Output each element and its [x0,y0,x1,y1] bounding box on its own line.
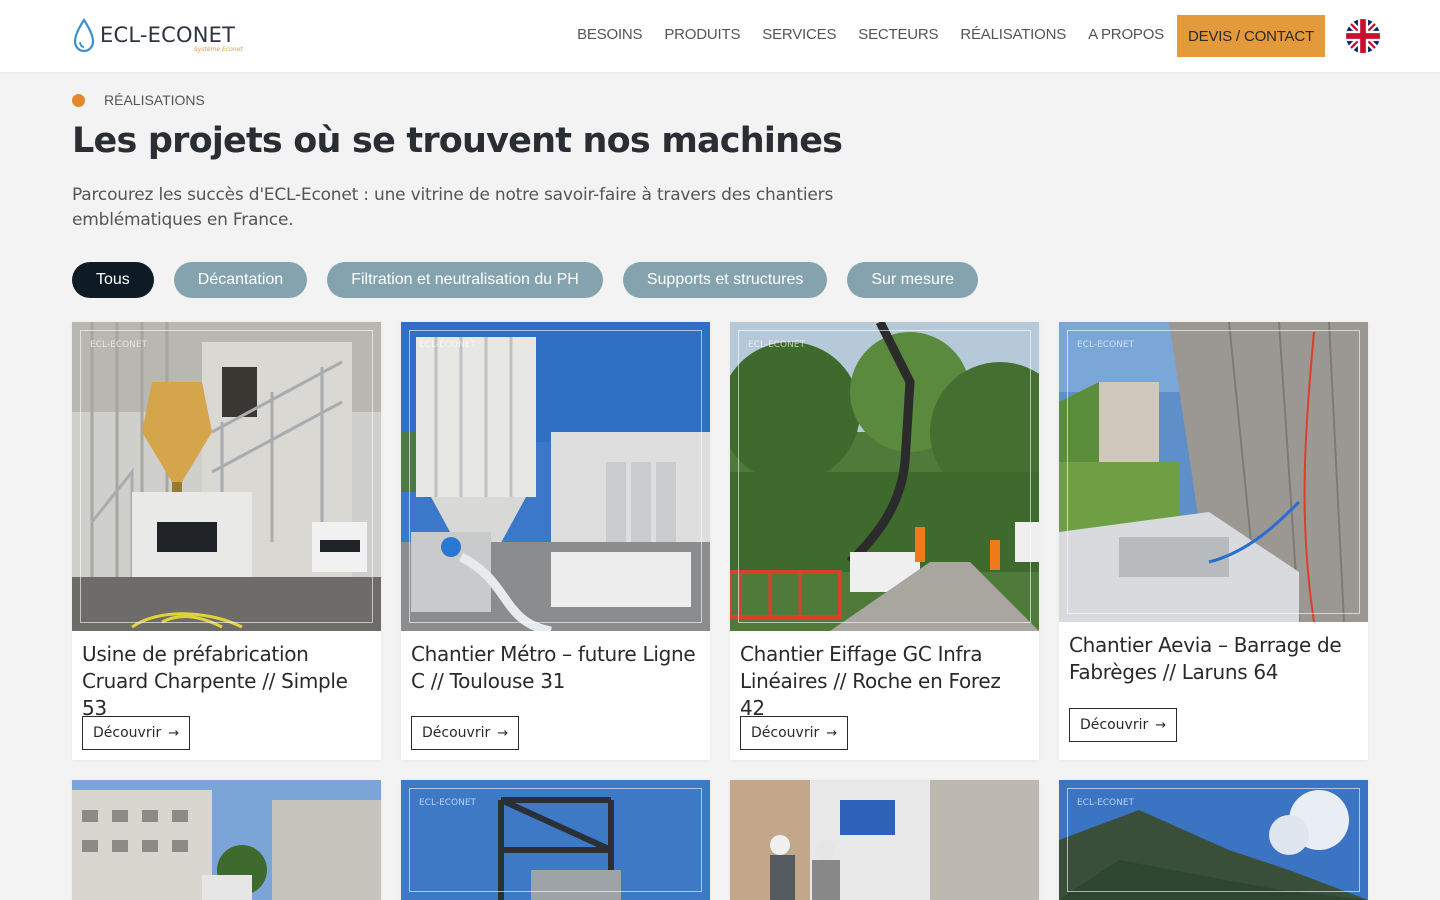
project-photo[interactable]: ECL-ECONET [1059,780,1368,900]
category-filters: Tous Décantation Filtration et neutralis… [72,262,979,298]
orange-dot-icon [72,93,85,107]
project-title: Chantier Eiffage GC Infra Linéaires // R… [740,642,1001,720]
decouvrir-button[interactable]: Découvrir → [411,716,520,750]
nav-item-realisations[interactable]: RÉALISATIONS [960,26,1066,43]
project-card[interactable]: ECL-ECONET Chantier Aevia – Barrage de F… [1059,322,1368,760]
photo-watermark: ECL-ECONET [90,340,148,350]
project-photo[interactable]: ECL-ECONET [401,322,710,631]
arrow-right-icon: → [1155,717,1167,733]
project-title: Chantier Métro – future Ligne C // Toulo… [411,642,696,693]
filter-tous[interactable]: Tous [72,262,154,298]
project-title: Usine de préfabrication Cruard Charpente… [82,642,348,720]
decouvrir-button[interactable]: Découvrir → [1069,708,1178,742]
project-title: Chantier Aevia – Barrage de Fabrèges // … [1069,633,1342,684]
project-card[interactable]: ECL-ECONET Chantier Eiffage GC Infra Lin… [730,322,1039,760]
photo-watermark: ECL-ECONET [748,340,806,350]
photo-watermark: ECL-ECONET [419,340,477,350]
photo-watermark: ECL-ECONET [1077,340,1135,350]
uk-flag-icon[interactable] [1346,19,1380,53]
project-photo[interactable] [730,780,1039,900]
button-label: Découvrir [93,725,162,741]
button-label: Découvrir [751,725,820,741]
project-card[interactable]: ECL-ECONET [1059,780,1368,900]
nav-item-services[interactable]: SERVICES [762,26,836,43]
nav-item-secteurs[interactable]: SECTEURS [858,26,938,43]
nav-item-a-propos[interactable]: A PROPOS [1088,26,1164,43]
project-photo[interactable] [72,780,381,900]
filter-decantation[interactable]: Décantation [173,262,308,298]
project-card[interactable] [72,780,381,900]
project-card[interactable]: ECL-ECONET Chantier Métro – future Ligne… [401,322,710,760]
project-photo[interactable]: ECL-ECONET [72,322,381,631]
arrow-right-icon: → [168,725,180,741]
site-header: ECL-ECONET Système Econet BESOINS PRODUI… [0,0,1440,72]
page-intro: Parcourez les succès d'ECL-Econet : une … [72,185,834,230]
water-drop-icon [73,18,95,53]
photo-watermark: ECL-ECONET [419,798,477,808]
project-card[interactable]: ECL-ECONET Usine de préfabrication Cruar… [72,322,381,760]
filter-filtration-ph[interactable]: Filtration et neutralisation du PH [327,262,603,298]
project-photo[interactable]: ECL-ECONET [401,780,710,900]
photo-watermark: ECL-ECONET [1077,798,1135,808]
arrow-right-icon: → [826,725,838,741]
nav-item-besoins[interactable]: BESOINS [577,26,642,43]
brand-name: ECL-ECONET [100,23,236,47]
button-label: Découvrir [422,725,491,741]
decouvrir-button[interactable]: Découvrir → [740,716,849,750]
nav-item-produits[interactable]: PRODUITS [664,26,740,43]
devis-contact-button[interactable]: DEVIS / CONTACT [1177,15,1325,57]
page-title: Les projets où se trouvent nos machines [72,121,843,161]
filter-sur-mesure[interactable]: Sur mesure [847,262,979,298]
decouvrir-button[interactable]: Découvrir → [82,716,191,750]
project-card[interactable]: ECL-ECONET [401,780,710,900]
brand-tagline: Système Econet [194,46,243,53]
brand-logo[interactable]: ECL-ECONET Système Econet [72,16,243,56]
button-label: Découvrir [1080,717,1149,733]
breadcrumb: RÉALISATIONS [72,92,205,108]
filter-supports-structures[interactable]: Supports et structures [622,262,828,298]
arrow-right-icon: → [497,725,509,741]
main-nav: BESOINS PRODUITS SERVICES SECTEURS RÉALI… [577,26,1164,43]
project-photo[interactable]: ECL-ECONET [730,322,1039,631]
project-card[interactable] [730,780,1039,900]
eyebrow-label: RÉALISATIONS [104,92,205,108]
project-photo[interactable]: ECL-ECONET [1059,322,1368,622]
